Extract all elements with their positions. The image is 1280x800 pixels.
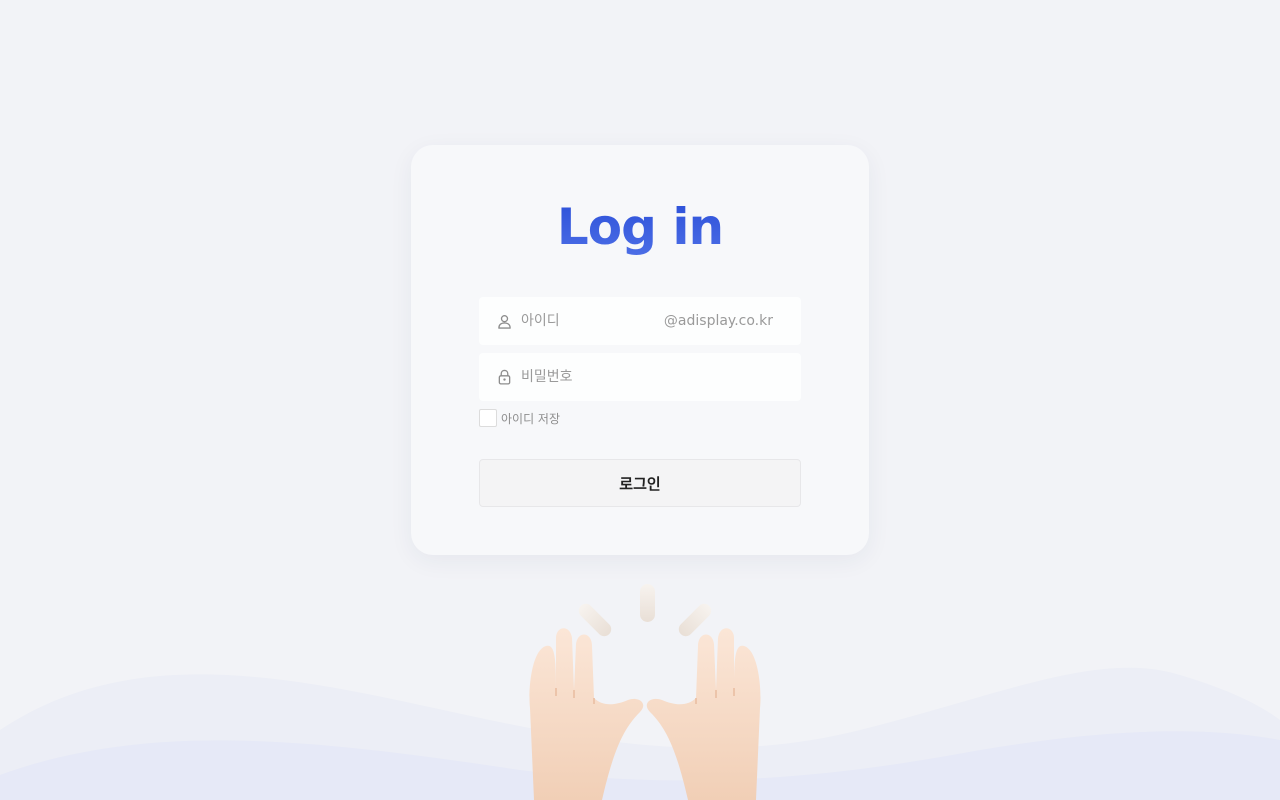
login-button[interactable]: 로그인 bbox=[479, 459, 801, 507]
domain-suffix: @adisplay.co.kr bbox=[663, 313, 773, 329]
remember-id-label: 아이디 저장 bbox=[501, 411, 561, 426]
password-field[interactable] bbox=[479, 353, 801, 401]
remember-id-checkbox[interactable] bbox=[479, 409, 497, 427]
login-card: Log in @adisplay.co.kr bbox=[411, 145, 869, 555]
raised-hands-illustration bbox=[529, 584, 761, 800]
id-input[interactable] bbox=[521, 313, 661, 329]
password-input[interactable] bbox=[521, 369, 661, 385]
user-icon bbox=[496, 313, 512, 329]
lock-icon bbox=[496, 369, 512, 385]
login-title: Log in bbox=[411, 197, 869, 257]
remember-id[interactable]: 아이디 저장 bbox=[479, 409, 560, 427]
id-field[interactable]: @adisplay.co.kr bbox=[479, 297, 801, 345]
login-page: Log in @adisplay.co.kr bbox=[0, 0, 1280, 800]
